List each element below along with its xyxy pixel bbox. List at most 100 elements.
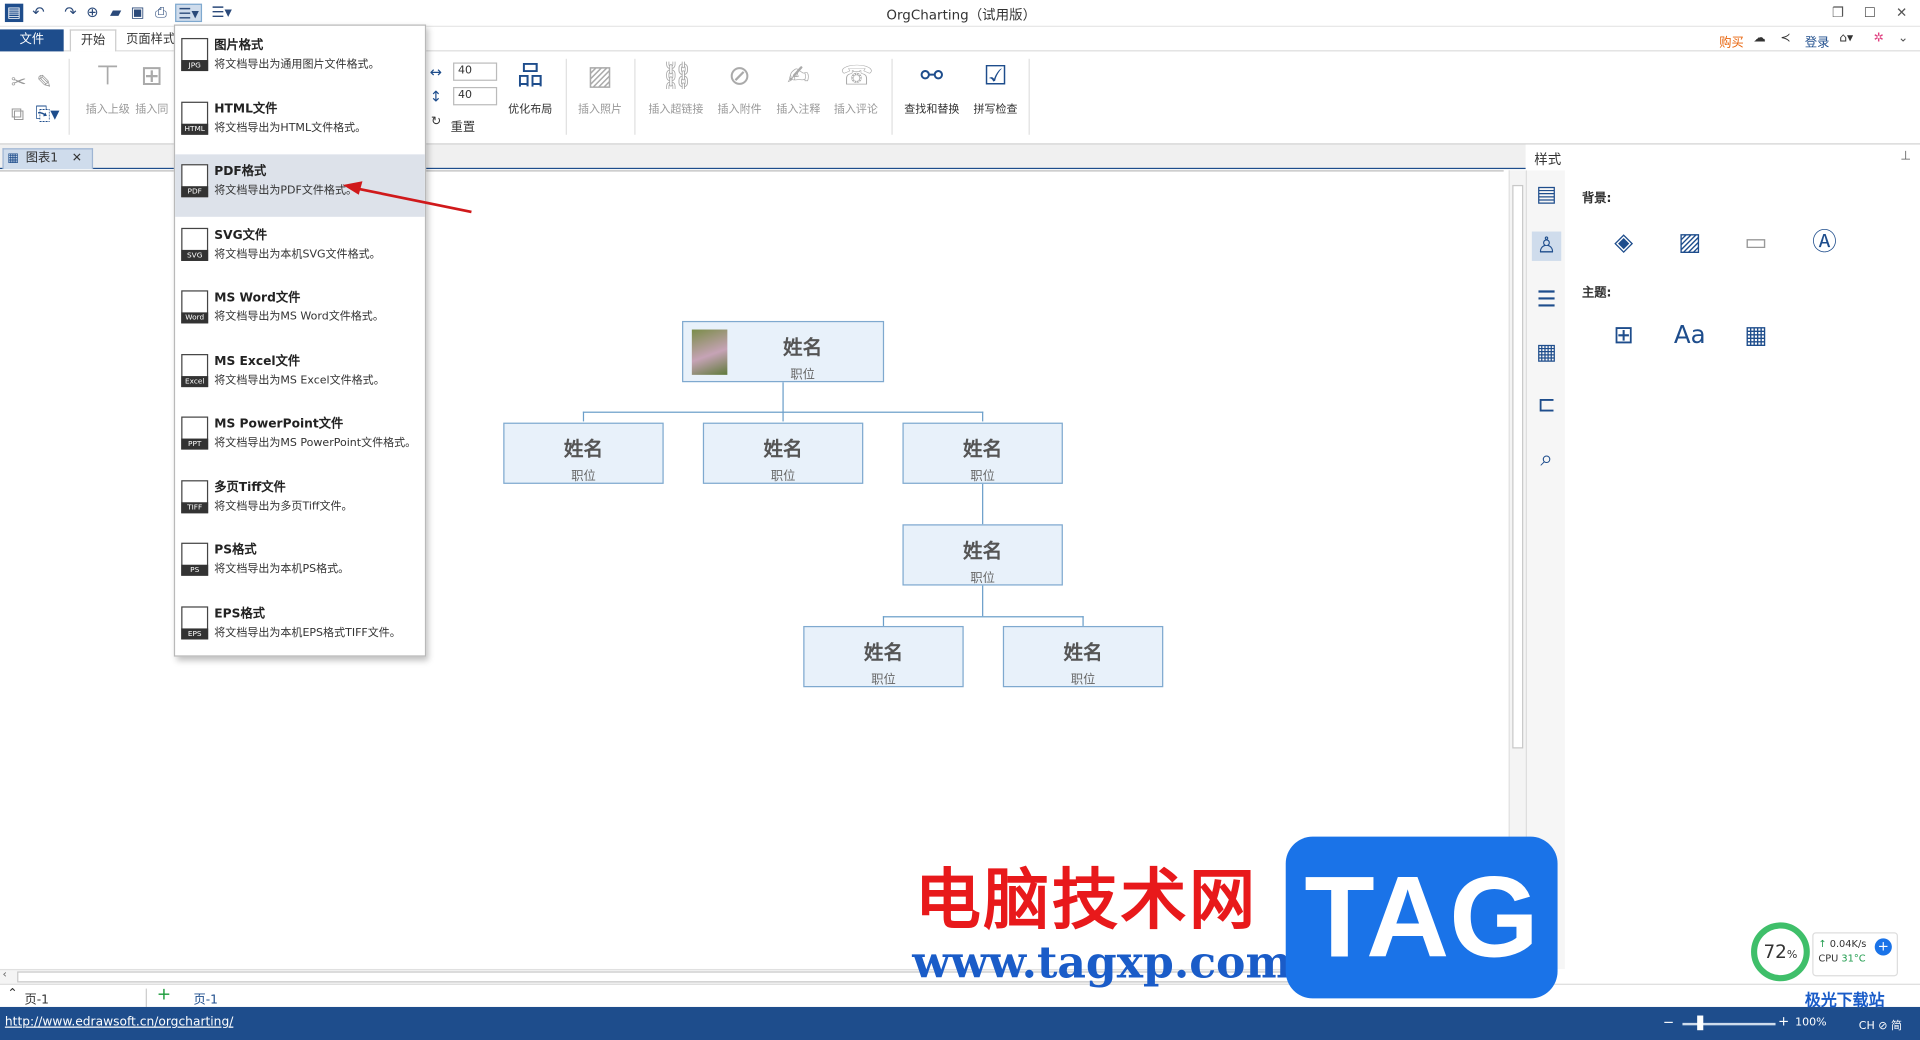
export-menu-item[interactable]: SVG SVG文件 将文档导出为本机SVG文件格式。	[175, 217, 425, 279]
paste-icon[interactable]: ⎘▾	[36, 103, 60, 125]
redo-icon[interactable]: ↷	[61, 4, 79, 22]
org-node[interactable]: 姓名 职位	[1002, 625, 1164, 688]
export-menu-item[interactable]: PPT MS PowerPoint文件 将文档导出为MS PowerPoint文件格…	[175, 407, 425, 469]
org-node[interactable]: 姓名 职位	[503, 422, 664, 484]
tab-start[interactable]: 开始	[69, 29, 117, 52]
contact-card-icon[interactable]: ▤	[1532, 180, 1561, 209]
page-selector[interactable]: 页-1	[24, 988, 147, 1007]
watermark-url: www.tagxp.com	[912, 937, 1293, 989]
reset-button[interactable]: 重置	[451, 116, 475, 134]
export-menu-item[interactable]: Excel MS Excel文件 将文档导出为MS Excel文件格式。	[175, 344, 425, 406]
restore-down-icon[interactable]: ❐	[1827, 2, 1849, 23]
close-tab-icon[interactable]: ✕	[72, 152, 82, 165]
org-node[interactable]: 姓名 职位	[702, 422, 864, 484]
calendar-icon[interactable]: ▦	[1532, 338, 1561, 367]
insert-photo-button[interactable]: ▨ 插入照片	[566, 61, 635, 116]
export-menu-item[interactable]: HTML HTML文件 将文档导出为HTML文件格式。	[175, 91, 425, 153]
scroll-left-icon[interactable]: ‹	[2, 969, 6, 981]
connector	[982, 585, 984, 617]
tab-file[interactable]: 文件	[0, 29, 64, 52]
open-folder-icon[interactable]: ▰	[107, 4, 125, 22]
login-link[interactable]: 登录	[1805, 32, 1829, 50]
style-panel: 背景: ◈ ▨ ▭ Ⓐ 主题: ⊞ Aa ▦	[1564, 170, 1920, 969]
org-node[interactable]: 姓名 职位	[803, 625, 964, 688]
width-icon: ↔	[429, 63, 443, 81]
list-icon[interactable]: ☰	[1532, 285, 1561, 314]
export-menu-item[interactable]: JPG 图片格式 将文档导出为通用图片文件格式。	[175, 28, 425, 90]
document-tab[interactable]: ▦ 图表1 ✕	[2, 148, 94, 170]
insert-comment-button[interactable]: ☏ 插入评论	[822, 61, 891, 116]
status-url-link[interactable]: http://www.edrawsoft.cn/orgcharting/	[5, 1016, 233, 1029]
watermark-text-icon[interactable]: Ⓐ	[1802, 224, 1846, 258]
undo-icon[interactable]: ↶	[29, 4, 47, 22]
export-menu-item[interactable]: EPS EPS格式 将文档导出为本机EPS格式TIFF文件。	[175, 596, 425, 658]
copy-icon[interactable]: ⧉	[11, 103, 24, 125]
export-item-title: PDF格式	[214, 165, 267, 179]
page-up-icon[interactable]: ⌃	[7, 987, 17, 1000]
export-menu-item[interactable]: Word MS Word文件 将文档导出为MS Word文件格式。	[175, 281, 425, 343]
width-spinner[interactable]: 40	[453, 62, 498, 81]
close-window-icon[interactable]: ✕	[1891, 2, 1913, 23]
height-spinner[interactable]: 40	[453, 86, 498, 106]
org-node-root[interactable]: 姓名 职位	[682, 320, 885, 383]
export-item-title: SVG文件	[214, 228, 268, 242]
ribbon-separator	[891, 58, 893, 135]
export-item-desc: 将文档导出为本机SVG文件格式。	[214, 248, 381, 261]
optimize-layout-button[interactable]: 品优化布局	[496, 61, 565, 116]
zoom-out-icon[interactable]: −	[1663, 1014, 1674, 1030]
zoom-level: 100%	[1795, 1016, 1827, 1029]
page-tab[interactable]: 页-1	[193, 989, 217, 1006]
file-format-icon: PPT	[181, 416, 209, 450]
search-list-icon[interactable]: ⌕	[1532, 445, 1561, 474]
save-icon[interactable]: ▣	[129, 4, 147, 22]
share-icon[interactable]: ≺	[1780, 32, 1790, 45]
link-icon: ⛓	[660, 61, 695, 92]
add-page-button[interactable]: +	[157, 985, 171, 1005]
pin-icon[interactable]: ⊥	[1900, 149, 1911, 162]
app-logo-icon: ▤	[4, 3, 24, 23]
insert-hyperlink-button[interactable]: ⛓ 插入超链接	[642, 61, 711, 116]
reset-icon[interactable]: ↻	[431, 115, 441, 128]
org-node[interactable]: 姓名 职位	[902, 422, 1063, 484]
org-node[interactable]: 姓名 职位	[902, 524, 1063, 586]
cloud-icon[interactable]: ☁	[1753, 32, 1765, 45]
export-menu-button[interactable]: ☰▾	[175, 3, 203, 22]
stamp-style-icon[interactable]: ♙	[1531, 231, 1562, 261]
export-item-desc: 将文档导出为本机EPS格式TIFF文件。	[214, 626, 401, 639]
more-options-icon[interactable]: ☰▾	[208, 4, 235, 22]
file-format-icon: TIFF	[181, 479, 209, 513]
widget-add-icon[interactable]: +	[1874, 938, 1892, 956]
tree-structure-icon[interactable]: ⊏	[1532, 391, 1561, 420]
format-painter-icon[interactable]: ✎	[37, 71, 52, 93]
corner-watermark: 极光下载站	[1804, 992, 1885, 1011]
export-item-title: 多页Tiff文件	[214, 480, 286, 495]
zoom-in-icon[interactable]: +	[1778, 1013, 1789, 1029]
cut-icon[interactable]: ✂	[11, 71, 26, 93]
remove-background-icon[interactable]: ▭	[1734, 224, 1778, 258]
export-menu-item[interactable]: TIFF 多页Tiff文件 将文档导出为多页Tiff文件。	[175, 470, 425, 532]
theme-font-button[interactable]: Aa	[1668, 317, 1712, 351]
background-image-icon[interactable]: ▨	[1668, 224, 1712, 258]
maximize-icon[interactable]: ☐	[1859, 2, 1881, 23]
theme-layout-icon[interactable]: ▦	[1734, 317, 1778, 351]
export-menu-item[interactable]: PS PS格式 将文档导出为本机PS格式。	[175, 533, 425, 595]
background-label: 背景:	[1582, 192, 1612, 206]
background-color-icon[interactable]: ◈	[1602, 224, 1646, 258]
theme-shape-icon[interactable]: ⊞	[1602, 317, 1646, 351]
shirt-theme-icon[interactable]: ⌂▾	[1839, 32, 1853, 45]
spell-check-button[interactable]: ☑ 拼写检查	[961, 61, 1030, 116]
colorful-app-icon[interactable]: ✲	[1873, 32, 1883, 45]
chevron-down-icon[interactable]: ⌄	[1898, 32, 1908, 45]
system-monitor-widget: 72% ↑ 0.04K/s CPU 31°C +	[1751, 922, 1900, 986]
red-arrow-annotation	[342, 181, 472, 214]
export-item-desc: 将文档导出为MS PowerPoint文件格式。	[214, 437, 417, 450]
print-icon[interactable]: ⎙	[152, 4, 170, 22]
style-panel-header: 样式 ⊥	[1525, 144, 1920, 171]
insert-sibling-button[interactable]: ⊞ 插入同	[130, 61, 174, 116]
ribbon-separator	[68, 58, 70, 135]
find-replace-button[interactable]: ⚯ 查找和替换	[898, 61, 967, 116]
zoom-slider-thumb[interactable]	[1697, 1015, 1704, 1031]
new-file-icon[interactable]: ⊕	[83, 4, 101, 22]
buy-link[interactable]: 购买	[1719, 32, 1743, 50]
vertical-scroll-thumb[interactable]	[1512, 184, 1524, 749]
